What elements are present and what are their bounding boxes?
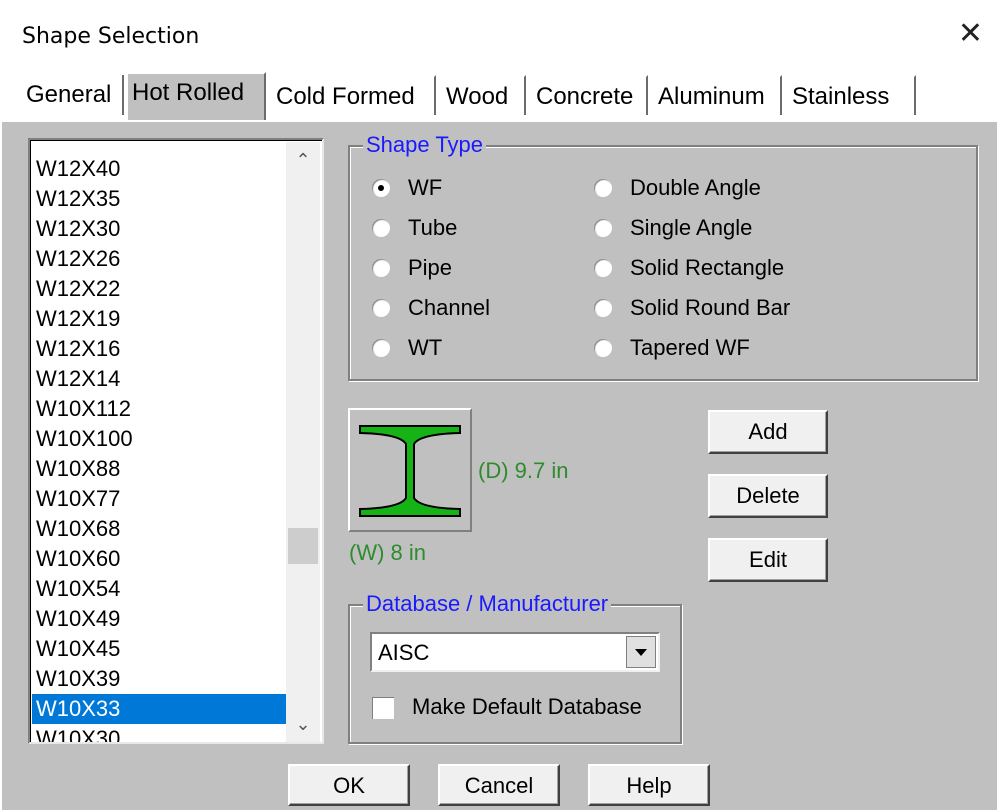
list-item[interactable]: W12X26 bbox=[32, 244, 286, 274]
window-title: Shape Selection bbox=[22, 24, 200, 49]
tab-strip: General Hot Rolled Cold Formed Wood Conc… bbox=[0, 72, 997, 122]
delete-button[interactable]: Delete bbox=[708, 474, 828, 518]
tab-general[interactable]: General bbox=[22, 75, 124, 115]
radio-icon bbox=[372, 299, 390, 317]
help-button[interactable]: Help bbox=[588, 764, 710, 806]
width-label: (W) 8 in bbox=[349, 540, 426, 565]
list-item[interactable]: W12X35 bbox=[32, 184, 286, 214]
list-item[interactable]: W10X77 bbox=[32, 484, 286, 514]
wide-flange-icon bbox=[359, 425, 461, 517]
shape-listbox[interactable]: W12X40 W12X35 W12X30 W12X26 W12X22 W12X1… bbox=[28, 138, 324, 744]
depth-label: (D) 9.7 in bbox=[478, 458, 569, 483]
scroll-down-icon[interactable]: ⌄ bbox=[286, 708, 320, 742]
list-item[interactable]: W10X60 bbox=[32, 544, 286, 574]
list-item[interactable]: W10X49 bbox=[32, 604, 286, 634]
database-value: AISC bbox=[378, 640, 430, 665]
radio-label: Tube bbox=[408, 215, 458, 240]
tab-cold-formed[interactable]: Cold Formed bbox=[270, 75, 436, 115]
tab-wood[interactable]: Wood bbox=[440, 75, 526, 115]
add-button[interactable]: Add bbox=[708, 410, 828, 454]
list-item[interactable]: W10X112 bbox=[32, 394, 286, 424]
title-bar: Shape Selection ✕ bbox=[0, 0, 997, 72]
radio-icon bbox=[372, 339, 390, 357]
radio-icon bbox=[594, 259, 612, 277]
radio-label: WF bbox=[408, 175, 443, 200]
list-item[interactable]: W12X16 bbox=[32, 334, 286, 364]
list-item[interactable]: W10X39 bbox=[32, 664, 286, 694]
radio-icon bbox=[372, 259, 390, 277]
radio-icon bbox=[594, 299, 612, 317]
chevron-down-icon[interactable] bbox=[626, 636, 656, 668]
shape-list-items: W12X40 W12X35 W12X30 W12X26 W12X22 W12X1… bbox=[32, 154, 286, 742]
list-item-selected[interactable]: W10X33 bbox=[32, 694, 286, 724]
list-item[interactable]: W12X22 bbox=[32, 274, 286, 304]
list-item[interactable]: W12X30 bbox=[32, 214, 286, 244]
list-item[interactable]: W12X14 bbox=[32, 364, 286, 394]
edit-button[interactable]: Edit bbox=[708, 538, 828, 582]
list-item[interactable]: W12X19 bbox=[32, 304, 286, 334]
database-select[interactable]: AISC bbox=[370, 632, 660, 672]
radio-label: Double Angle bbox=[630, 175, 761, 200]
tab-concrete[interactable]: Concrete bbox=[530, 75, 648, 115]
radio-label: Solid Round Bar bbox=[630, 295, 791, 320]
make-default-label: Make Default Database bbox=[412, 694, 642, 719]
database-group bbox=[348, 604, 682, 744]
radio-label: Tapered WF bbox=[630, 335, 750, 360]
list-item[interactable]: W10X100 bbox=[32, 424, 286, 454]
radio-label: Pipe bbox=[408, 255, 453, 280]
radio-label: Solid Rectangle bbox=[630, 255, 785, 280]
list-item[interactable]: W10X68 bbox=[32, 514, 286, 544]
list-item[interactable]: W10X45 bbox=[32, 634, 286, 664]
shape-type-label: Shape Type bbox=[363, 133, 487, 157]
tab-aluminum[interactable]: Aluminum bbox=[652, 75, 782, 115]
radio-icon bbox=[594, 179, 612, 197]
database-label: Database / Manufacturer bbox=[363, 592, 612, 616]
tab-stainless[interactable]: Stainless bbox=[786, 75, 916, 115]
radio-label: Single Angle bbox=[630, 215, 753, 240]
make-default-checkbox[interactable] bbox=[372, 697, 394, 719]
scroll-up-icon[interactable]: ⌃ bbox=[286, 144, 320, 178]
ok-button[interactable]: OK bbox=[288, 764, 410, 806]
list-item[interactable]: W10X54 bbox=[32, 574, 286, 604]
list-item[interactable]: W10X88 bbox=[32, 454, 286, 484]
radio-label: Channel bbox=[408, 295, 490, 320]
radio-icon bbox=[594, 219, 612, 237]
list-scrollbar[interactable]: ⌃ ⌄ bbox=[286, 142, 320, 742]
shape-preview bbox=[348, 408, 472, 532]
radio-icon bbox=[372, 219, 390, 237]
radio-selected-icon bbox=[372, 179, 390, 197]
radio-label: WT bbox=[408, 335, 443, 360]
close-icon[interactable]: ✕ bbox=[958, 18, 983, 50]
list-item[interactable]: W10X30 bbox=[32, 724, 286, 742]
tab-hot-rolled[interactable]: Hot Rolled bbox=[126, 72, 266, 120]
scroll-thumb[interactable] bbox=[288, 528, 318, 564]
radio-icon bbox=[594, 339, 612, 357]
cancel-button[interactable]: Cancel bbox=[438, 764, 560, 806]
list-item[interactable]: W12X40 bbox=[32, 154, 286, 184]
